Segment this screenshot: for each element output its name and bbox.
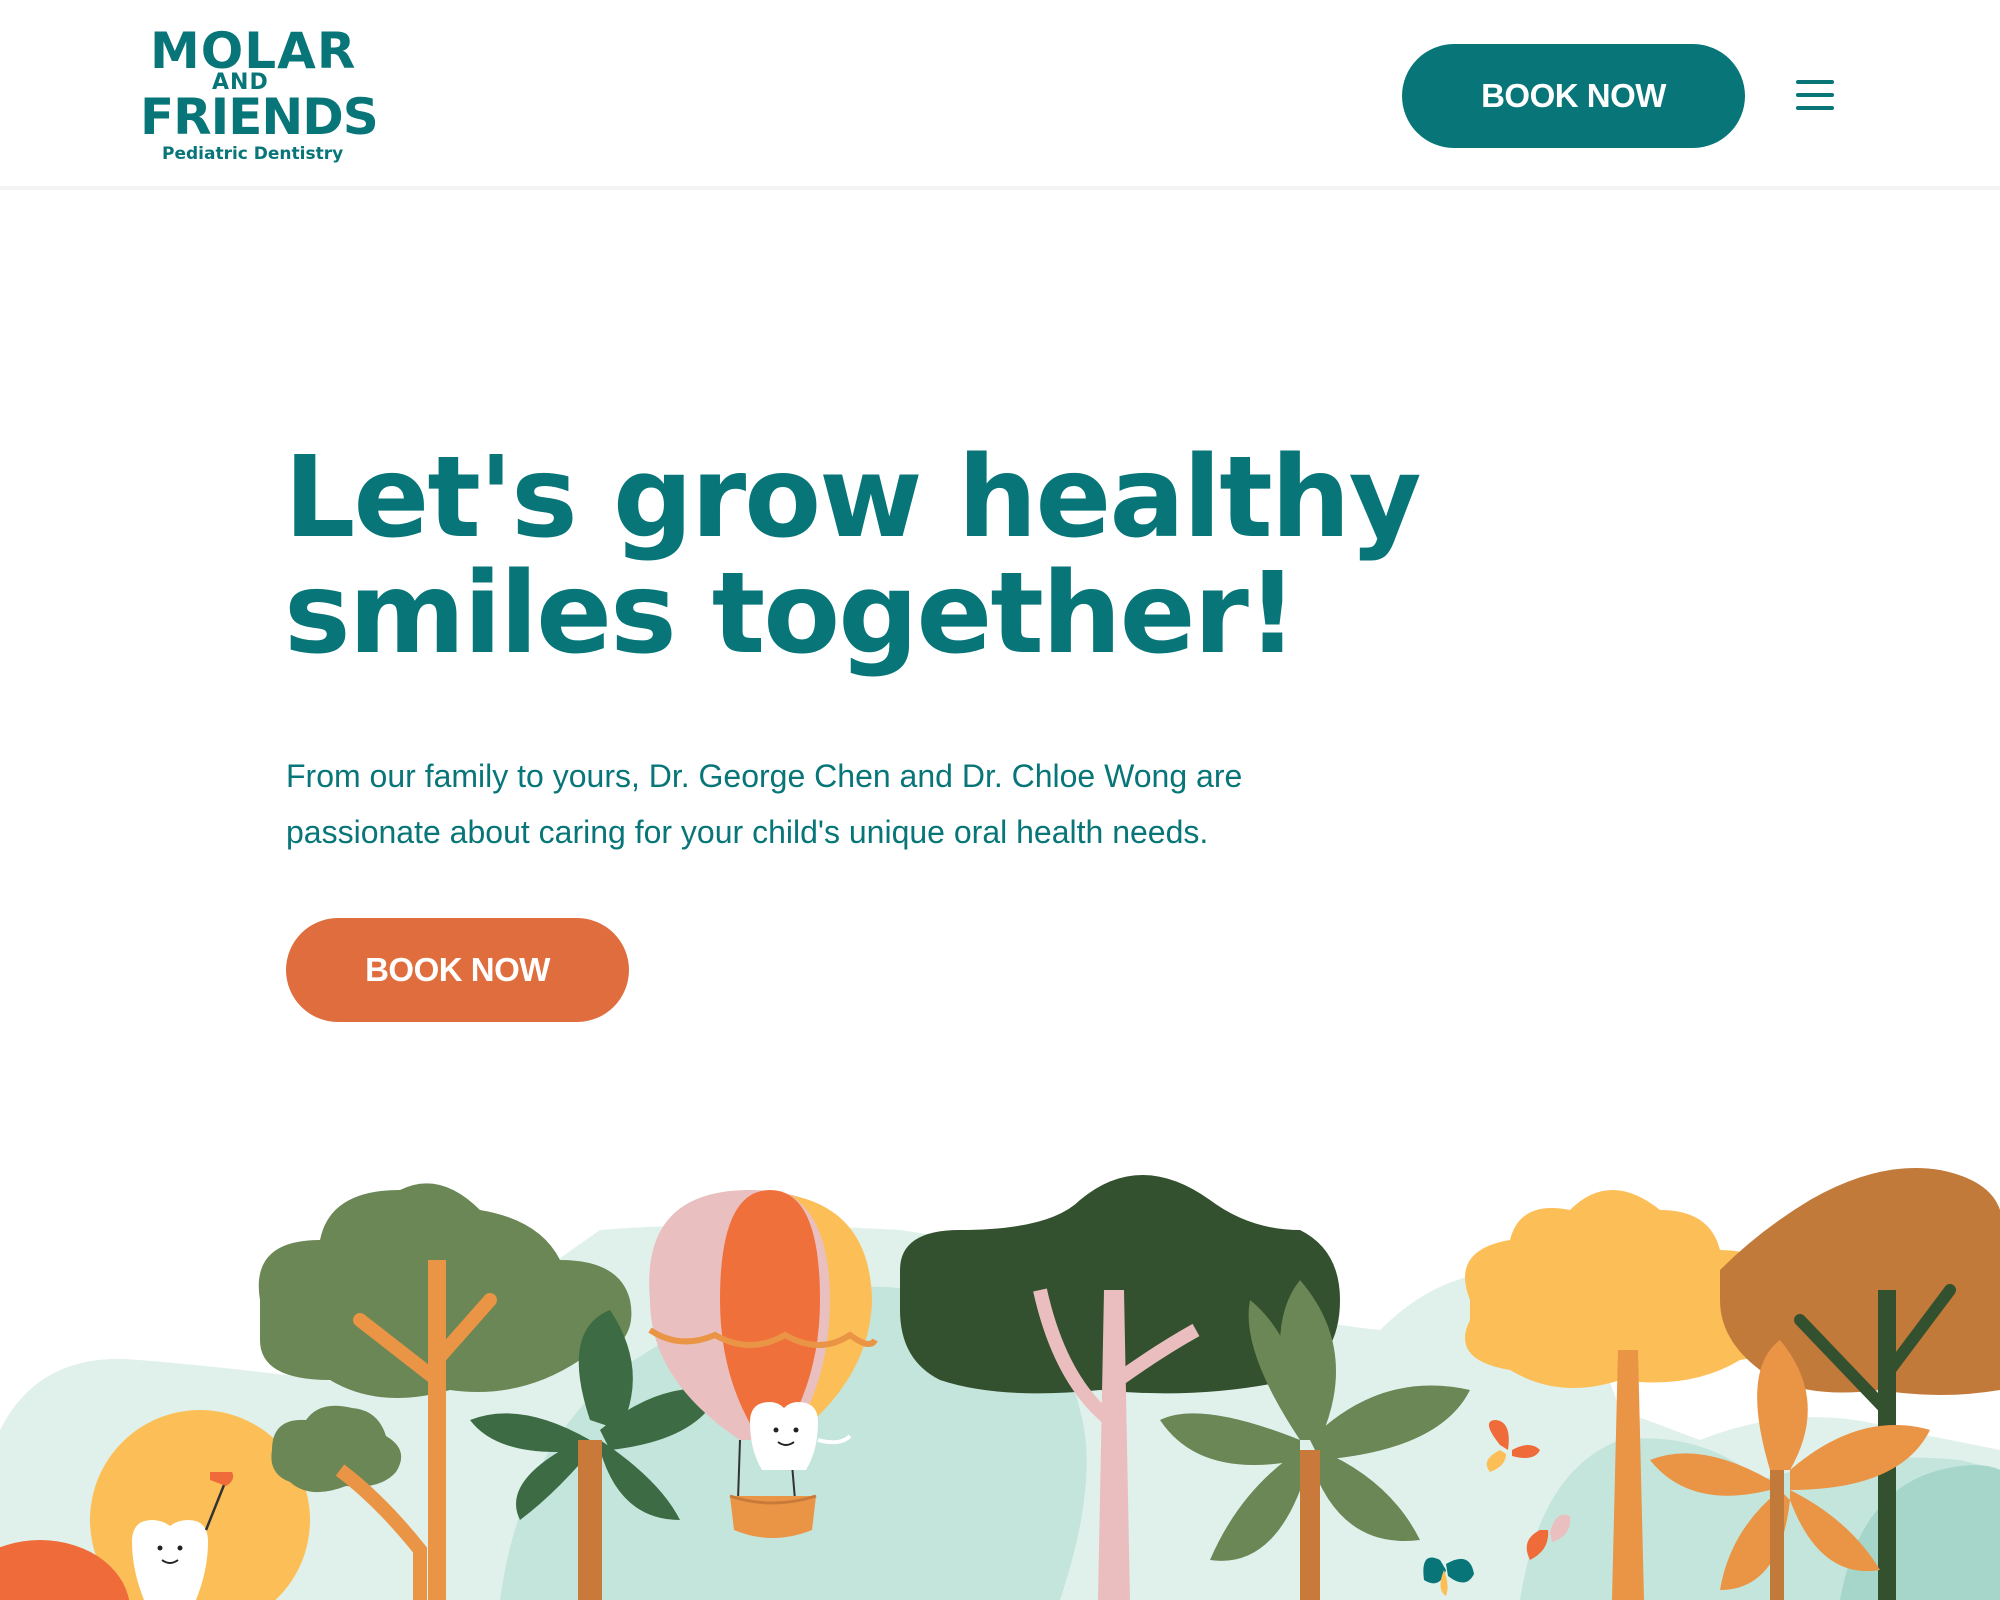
hero-book-now-button[interactable]: BOOK NOW bbox=[286, 918, 629, 1022]
menu-bar-middle bbox=[1796, 93, 1834, 97]
logo-wordmark: MOLAR AND FRIENDS bbox=[140, 22, 379, 142]
logo-line-friends: FRIENDS bbox=[140, 88, 379, 146]
logo-line-molar: MOLAR bbox=[150, 22, 357, 80]
hero-description: From our family to yours, Dr. George Che… bbox=[286, 748, 1386, 860]
hero-description-line-2: passionate about caring for your child's… bbox=[286, 814, 1209, 850]
logo-tagline: Pediatric Dentistry bbox=[162, 144, 344, 164]
site-header: MOLAR AND FRIENDS Pediatric Dentistry BO… bbox=[0, 0, 2000, 190]
header-book-now-button[interactable]: BOOK NOW bbox=[1402, 44, 1745, 148]
hero-title: Let's grow healthy smiles together! bbox=[284, 440, 1484, 672]
hero-description-line-1: From our family to yours, Dr. George Che… bbox=[286, 758, 1243, 794]
hamburger-menu-icon[interactable] bbox=[1796, 78, 1836, 112]
menu-bar-top bbox=[1796, 80, 1834, 84]
hero-title-line-2: smiles together! bbox=[284, 549, 1298, 679]
hero-title-line-1: Let's grow healthy bbox=[284, 433, 1422, 563]
forest-illustration bbox=[0, 1168, 2000, 1600]
menu-bar-bottom bbox=[1796, 106, 1834, 110]
logo[interactable]: MOLAR AND FRIENDS Pediatric Dentistry bbox=[140, 22, 379, 167]
